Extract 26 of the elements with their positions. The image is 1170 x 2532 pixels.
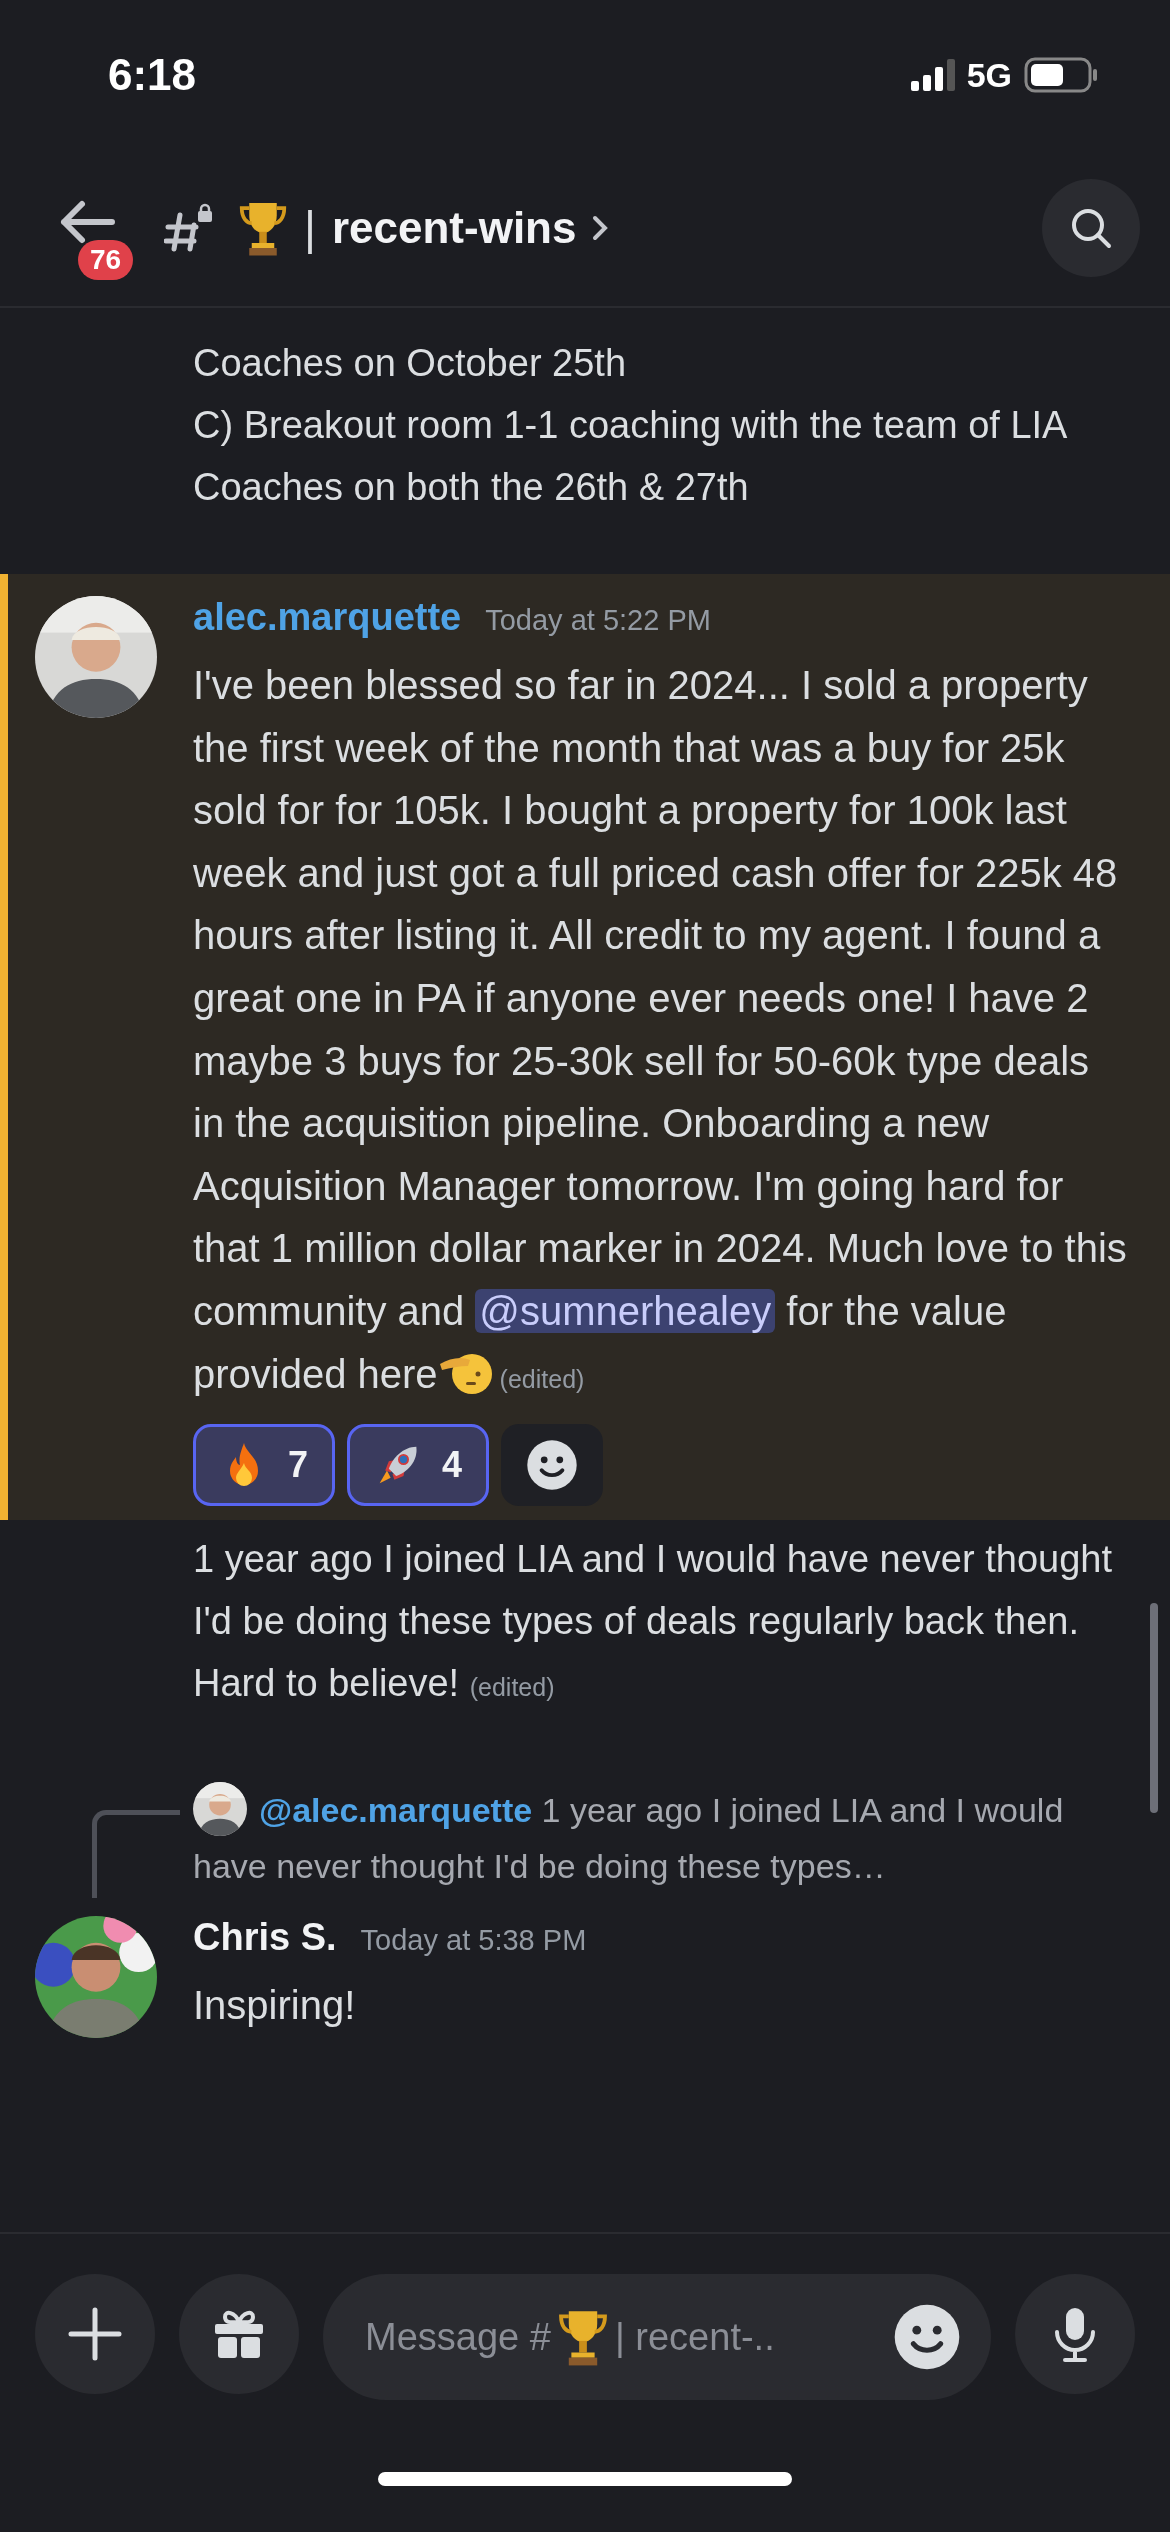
smiley-icon [893, 2303, 961, 2371]
scrollbar[interactable] [1150, 1603, 1158, 1813]
battery-icon [1024, 57, 1098, 93]
reaction-button[interactable]: 4 [347, 1424, 490, 1507]
unread-badge: 76 [78, 240, 134, 280]
username[interactable]: alec.marquette [193, 596, 462, 639]
message-text: C) Breakout room 1-1 coaching with the team of LIA Coaches on both the 26th & 27th [193, 403, 1068, 510]
hash-lock-icon [164, 203, 214, 253]
message-text: I've been blessed so far in 2024... I sold a property the first week of the month that was a buy for 25k sold for for 105k. I bought a property for 100k last week and just got a full priced cash offer for 225k 48 hours after listing it. All credit to my agent. I found a great one in PA if anyone ever needs one! I have 2 maybe 3 buys for 25-30k sell for 50-60k type deals in the acquisition pipeline. Onboarding a new Acquisition Manager tomorrow. I'm going hard for that 1 million dollar marker in 2024. Much love to this community and @sumnerhealey for the value provided here (edited) [193, 662, 1128, 1398]
add-reaction-button[interactable] [501, 1424, 604, 1507]
message-text: Inspiring! [193, 1982, 357, 2030]
search-icon [1069, 206, 1113, 250]
channel-separator: | [304, 201, 316, 255]
network-label: 5G [966, 55, 1012, 95]
message-text: 1 year ago I joined LIA and I would have never thought I'd be doing these types of deals regularly back then. Hard to believe! (edited) [193, 1537, 1113, 1707]
reaction-button[interactable]: 7 [193, 1424, 336, 1507]
timestamp: Today at 5:22 PM [485, 604, 711, 637]
signal-icon [910, 59, 955, 91]
message-text: Coaches on October 25th [193, 341, 628, 386]
username[interactable]: Chris S. [193, 1916, 337, 1960]
smiley-icon [526, 1439, 579, 1492]
status-time: 6:18 [108, 50, 197, 100]
channel-name[interactable]: recent-wins [331, 203, 577, 253]
message-input-field[interactable]: Message # | recent-.. [323, 2274, 991, 2400]
reply-preview[interactable]: @alec.marquette 1 year ago I joined LIA and I would have never thought I'd be doing these types… [193, 1782, 1130, 1895]
timestamp: Today at 5:38 PM [360, 1924, 587, 1958]
